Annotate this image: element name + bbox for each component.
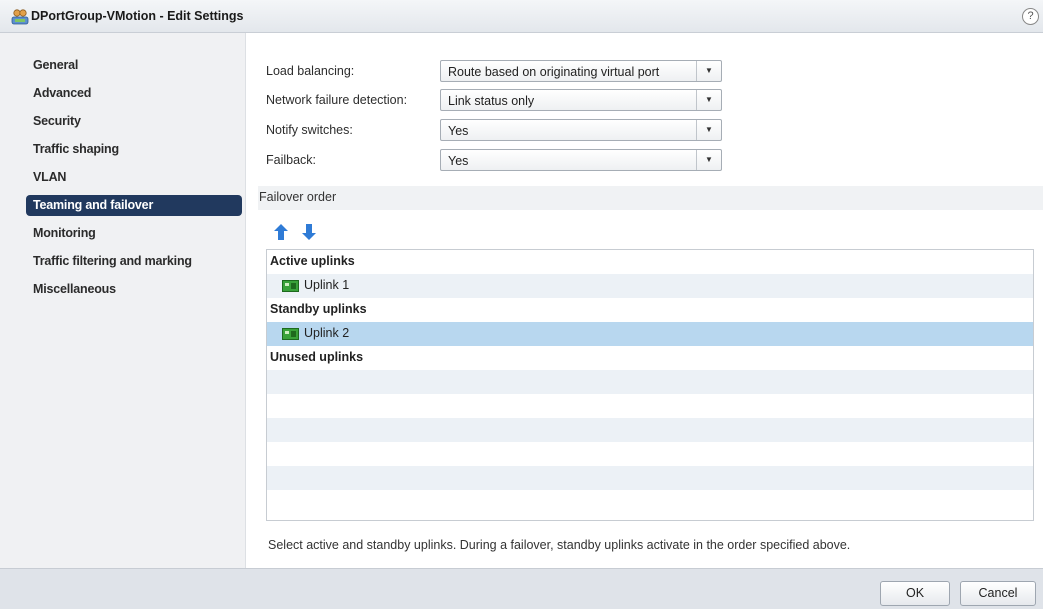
network-adapter-icon xyxy=(282,328,299,340)
sidebar-item-traffic-shaping[interactable]: Traffic shaping xyxy=(26,139,242,160)
sidebar-item-advanced[interactable]: Advanced xyxy=(26,83,242,104)
empty-row xyxy=(267,442,1033,466)
arrow-up-icon[interactable] xyxy=(274,224,288,240)
port-group-icon xyxy=(11,9,29,25)
ok-button[interactable]: OK xyxy=(880,581,950,606)
chevron-down-icon[interactable]: ▼ xyxy=(696,61,721,81)
dialog-titlebar: DPortGroup-VMotion - Edit Settings ? xyxy=(0,0,1043,33)
uplink-list: Active uplinks Uplink 1 Standby uplinks … xyxy=(266,249,1034,521)
empty-row xyxy=(267,466,1033,490)
dialog-title: DPortGroup-VMotion - Edit Settings xyxy=(31,9,244,23)
load-balancing-select[interactable]: Route based on originating virtual port … xyxy=(440,60,722,82)
notify-switches-value: Yes xyxy=(448,124,469,138)
failback-value: Yes xyxy=(448,154,469,168)
sidebar-item-security[interactable]: Security xyxy=(26,111,242,132)
uplink-row-2[interactable]: Uplink 2 xyxy=(267,322,1033,346)
sidebar-item-monitoring[interactable]: Monitoring xyxy=(26,223,242,244)
failback-select[interactable]: Yes ▼ xyxy=(440,149,722,171)
network-failure-detection-label: Network failure detection: xyxy=(266,93,408,107)
sidebar-item-traffic-filtering-and-marking[interactable]: Traffic filtering and marking xyxy=(26,251,242,272)
chevron-down-icon[interactable]: ▼ xyxy=(696,90,721,110)
active-uplinks-label: Active uplinks xyxy=(270,254,355,268)
empty-row xyxy=(267,490,1033,514)
load-balancing-value: Route based on originating virtual port xyxy=(448,65,660,79)
sidebar-item-miscellaneous[interactable]: Miscellaneous xyxy=(26,279,242,300)
arrow-down-icon[interactable] xyxy=(302,224,316,240)
standby-uplinks-label: Standby uplinks xyxy=(270,302,367,316)
empty-row xyxy=(267,370,1033,394)
empty-row xyxy=(267,418,1033,442)
group-row-active: Active uplinks xyxy=(267,250,1033,274)
sidebar-item-general[interactable]: General xyxy=(26,55,242,76)
network-failure-detection-select[interactable]: Link status only ▼ xyxy=(440,89,722,111)
cancel-button[interactable]: Cancel xyxy=(960,581,1036,606)
load-balancing-label: Load balancing: xyxy=(266,64,355,78)
group-row-standby: Standby uplinks xyxy=(267,298,1033,322)
network-adapter-icon xyxy=(282,280,299,292)
settings-sidebar: General Advanced Security Traffic shapin… xyxy=(0,33,246,568)
notify-switches-select[interactable]: Yes ▼ xyxy=(440,119,722,141)
chevron-down-icon[interactable]: ▼ xyxy=(696,120,721,140)
chevron-down-icon[interactable]: ▼ xyxy=(696,150,721,170)
failover-order-title: Failover order xyxy=(259,190,337,204)
sidebar-item-vlan[interactable]: VLAN xyxy=(26,167,242,188)
uplink-row-1[interactable]: Uplink 1 xyxy=(267,274,1033,298)
dialog-footer: OK Cancel xyxy=(0,568,1043,609)
network-failure-detection-value: Link status only xyxy=(448,94,535,108)
failover-hint-text: Select active and standby uplinks. Durin… xyxy=(268,538,851,552)
uplink-label: Uplink 1 xyxy=(304,278,350,292)
unused-uplinks-label: Unused uplinks xyxy=(270,350,364,364)
failover-order-header: Failover order xyxy=(258,186,1043,210)
failback-label: Failback: xyxy=(266,153,317,167)
notify-switches-label: Notify switches: xyxy=(266,123,353,137)
empty-row xyxy=(267,394,1033,418)
help-icon[interactable]: ? xyxy=(1022,8,1039,25)
sidebar-item-teaming-and-failover[interactable]: Teaming and failover xyxy=(26,195,242,216)
uplink-label: Uplink 2 xyxy=(304,326,350,340)
group-row-unused: Unused uplinks xyxy=(267,346,1033,370)
